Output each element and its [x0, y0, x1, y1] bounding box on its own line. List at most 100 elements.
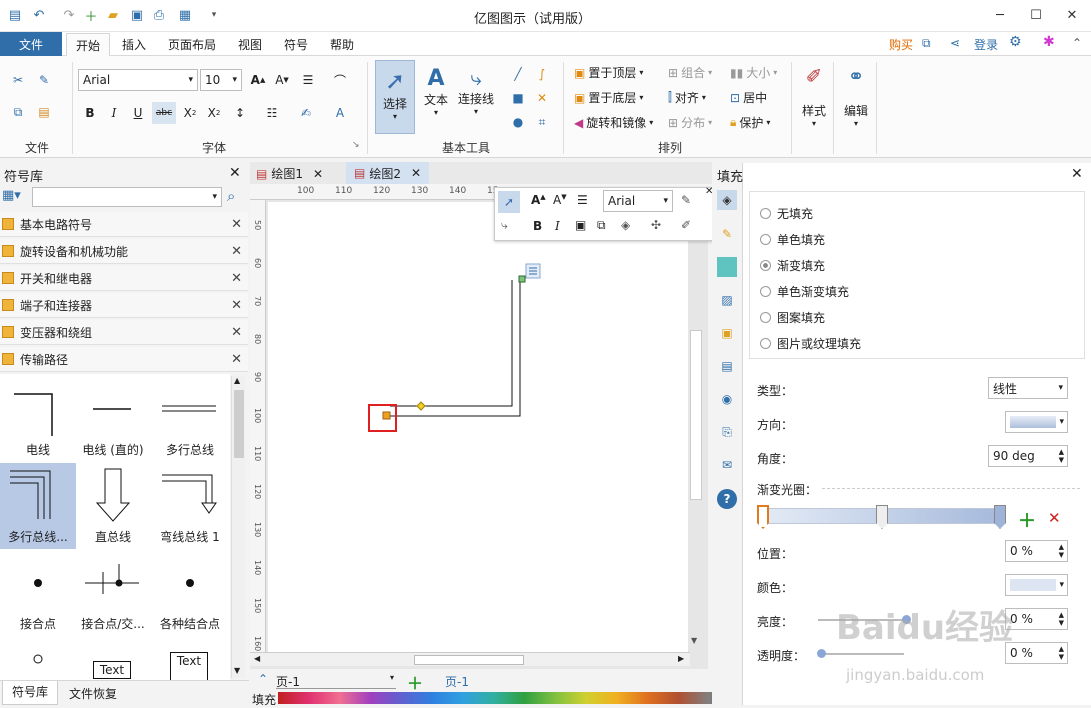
italic-icon[interactable]: I: [104, 103, 124, 123]
underline-icon[interactable]: U: [128, 103, 148, 123]
tab-file-recovery[interactable]: 文件恢复: [69, 685, 117, 702]
maximize-icon[interactable]: ☐: [1027, 6, 1045, 24]
distribute-button[interactable]: ⊞ 分布 ▾: [668, 114, 712, 131]
close-icon[interactable]: ✕: [1063, 6, 1081, 24]
protect-button[interactable]: 🔒︎ 保护 ▾: [730, 114, 770, 131]
line-side-icon[interactable]: ✎: [717, 224, 737, 244]
tab-symbol[interactable]: 符号: [284, 36, 308, 53]
paragraph-align-icon[interactable]: ☰: [298, 70, 318, 90]
image-side-icon[interactable]: ▨: [717, 290, 737, 310]
align-button[interactable]: ⫿ 对齐 ▾: [668, 89, 706, 106]
remove-stop-icon[interactable]: ✕: [1048, 509, 1061, 527]
help-side-icon[interactable]: ?: [717, 489, 737, 509]
text-highlight-icon[interactable]: ✍: [296, 103, 316, 123]
float-tools-icon[interactable]: ✣: [651, 218, 661, 232]
option-pattern-fill[interactable]: 图案填充: [760, 309, 825, 326]
copy-icon[interactable]: ⧉: [8, 102, 28, 122]
settings-icon[interactable]: ⚙: [1009, 34, 1022, 50]
float-copy-style-icon[interactable]: ⧉: [597, 218, 606, 233]
float-bold-icon[interactable]: B: [533, 219, 542, 233]
library-category[interactable]: 旋转设备和机械功能 ✕: [0, 239, 248, 264]
strikethrough-icon[interactable]: abc: [152, 102, 176, 124]
category-close-icon[interactable]: ✕: [231, 298, 242, 313]
comment-side-icon[interactable]: ✉: [717, 455, 737, 475]
float-fill-icon[interactable]: ◈: [621, 218, 630, 232]
attachment-side-icon[interactable]: ⎘: [717, 422, 737, 442]
send-to-bottom-button[interactable]: ▣ 置于底层 ▾: [574, 89, 643, 106]
tab-view[interactable]: 视图: [238, 36, 262, 53]
float-align-icon[interactable]: ☰: [577, 193, 588, 207]
option-picture-fill[interactable]: 图片或纹理填充: [760, 335, 861, 352]
doc-tab-1[interactable]: ▤ 绘图1 ✕: [256, 165, 323, 182]
canvas-scroll-thumb[interactable]: [690, 330, 702, 500]
buy-link[interactable]: 购买: [889, 36, 913, 53]
minimize-icon[interactable]: ─: [991, 6, 1009, 24]
export-icon[interactable]: ▦: [176, 6, 194, 24]
tab-home[interactable]: 开始: [66, 33, 110, 57]
float-edit-icon[interactable]: ✐: [681, 218, 691, 232]
fill-side-icon[interactable]: ◈: [717, 190, 737, 210]
float-font-shrink-icon[interactable]: A▼: [553, 193, 567, 207]
shape-various-junctions[interactable]: 各种结合点: [152, 550, 228, 636]
tab-insert[interactable]: 插入: [122, 36, 146, 53]
font-size-select[interactable]: 10 ▾: [200, 69, 242, 91]
tab-symbol-library[interactable]: 符号库: [2, 681, 58, 705]
library-category[interactable]: 变压器和绕组 ✕: [0, 320, 248, 345]
size-button[interactable]: ▮▮ 大小 ▾: [730, 64, 777, 81]
paste-icon[interactable]: ▤: [34, 102, 54, 122]
panel-close-icon[interactable]: ✕: [229, 165, 241, 181]
shape-open-circle[interactable]: [0, 637, 76, 680]
scroll-down-icon[interactable]: ▼: [691, 636, 697, 645]
library-category[interactable]: 基本电路符号 ✕: [0, 212, 248, 237]
line-style-icon[interactable]: ⌒: [330, 70, 350, 90]
text-tool-button[interactable]: A 文本 ▾: [418, 60, 454, 134]
float-italic-icon[interactable]: I: [555, 219, 560, 233]
select-tool-button[interactable]: ➚ 选择 ▾: [375, 60, 415, 134]
option-mono-gradient-fill[interactable]: 单色渐变填充: [760, 283, 849, 300]
category-close-icon[interactable]: ✕: [231, 244, 242, 259]
category-close-icon[interactable]: ✕: [231, 352, 242, 367]
shape-text-box-2[interactable]: Text: [170, 652, 208, 680]
subscript-icon[interactable]: X2: [180, 103, 200, 123]
shape-wire-straight[interactable]: 电线 (直的): [75, 376, 151, 462]
transparency-input[interactable]: 0 % ▲ ▼: [1005, 642, 1068, 664]
group-button[interactable]: ⊞ 组合 ▾: [668, 64, 712, 81]
doc-tab-close-icon[interactable]: ✕: [411, 166, 421, 180]
open-icon[interactable]: ▰: [104, 6, 122, 24]
theme-icon[interactable]: ✱: [1043, 34, 1055, 50]
gallery-scroll-thumb[interactable]: [234, 390, 244, 458]
category-close-icon[interactable]: ✕: [231, 217, 242, 232]
layer-side-icon[interactable]: ▣: [717, 323, 737, 343]
brightness-slider[interactable]: [818, 619, 904, 621]
page-select[interactable]: 页-1 ▾: [276, 673, 396, 689]
share-box-icon[interactable]: ⧉: [922, 36, 931, 51]
font-dialog-launcher-icon[interactable]: ↘: [352, 140, 360, 150]
tab-page-layout[interactable]: 页面布局: [168, 36, 216, 53]
direction-select[interactable]: ▾: [1005, 411, 1068, 433]
library-menu-icon[interactable]: ▦▾: [2, 188, 30, 208]
style-button[interactable]: ✐ 样式 ▾: [798, 64, 830, 144]
save-icon[interactable]: ▣: [128, 6, 146, 24]
bold-icon[interactable]: B: [80, 103, 100, 123]
category-close-icon[interactable]: ✕: [231, 325, 242, 340]
rotate-mirror-button[interactable]: ◀ 旋转和镜像 ▾: [574, 114, 653, 131]
float-font-select[interactable]: Arial ▾: [603, 190, 673, 212]
redo-icon[interactable]: ↷: [60, 6, 78, 24]
active-page-tab[interactable]: 页-1: [445, 673, 469, 690]
share-icon[interactable]: ⋖: [950, 36, 960, 50]
library-category[interactable]: 端子和连接器 ✕: [0, 293, 248, 318]
option-gradient-fill[interactable]: 渐变填充: [760, 257, 825, 274]
shape-multiline-bus[interactable]: 多行总线: [152, 376, 228, 462]
format-painter-icon[interactable]: ✎: [34, 70, 54, 90]
float-connector-icon[interactable]: ⤷: [501, 218, 508, 233]
horizontal-scroll-thumb[interactable]: [414, 655, 524, 665]
edit-button[interactable]: ⚭ 编辑 ▾: [840, 64, 872, 144]
horizontal-scrollbar[interactable]: ◀ ▶: [250, 652, 690, 666]
doc-tab-close-icon[interactable]: ✕: [313, 167, 323, 181]
crop-icon[interactable]: ⌗: [532, 112, 552, 132]
bring-to-top-button[interactable]: ▣ 置于顶层 ▾: [574, 64, 643, 81]
color-palette[interactable]: [278, 692, 740, 704]
rectangle-shape-icon[interactable]: ■: [508, 88, 528, 108]
shape-text-box[interactable]: Text: [93, 661, 131, 679]
scroll-left-icon[interactable]: ◀: [254, 654, 260, 663]
